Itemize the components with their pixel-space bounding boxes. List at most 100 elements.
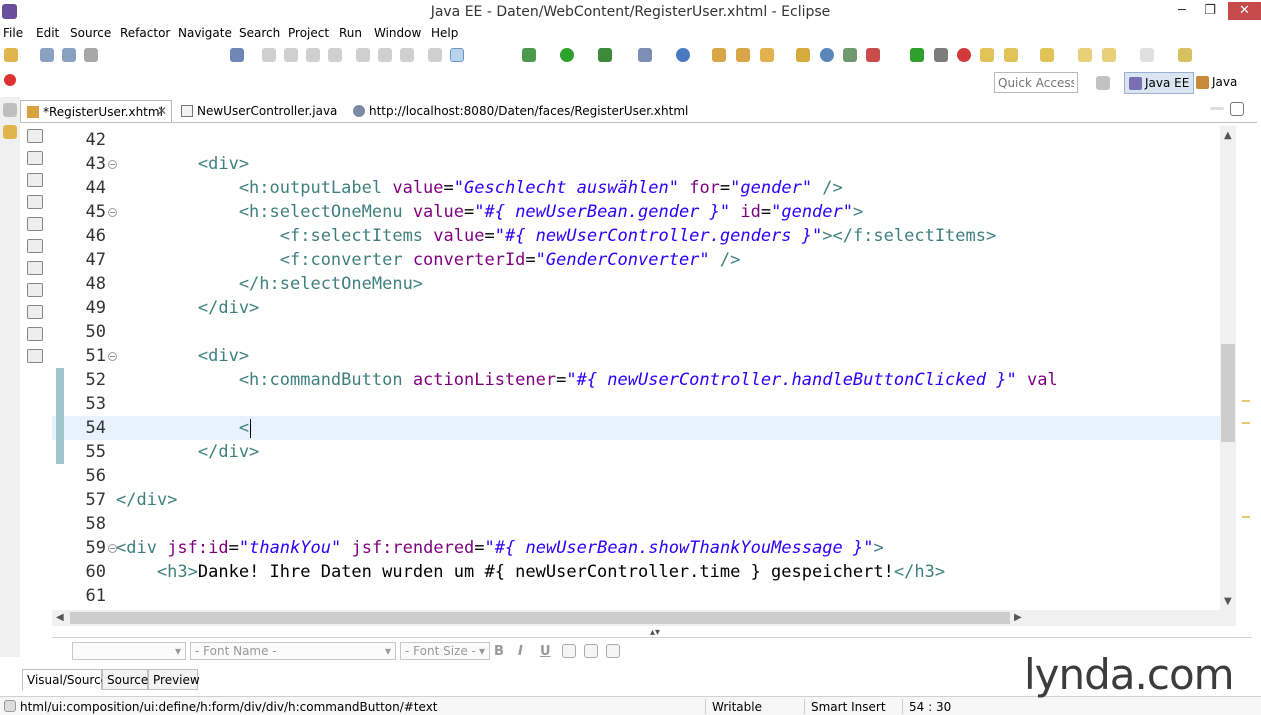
palette-item-icon[interactable]	[27, 305, 43, 319]
code-line[interactable]: 57 </div>	[52, 488, 1220, 512]
overview-annotation-mark[interactable]	[1242, 422, 1250, 424]
menu-help[interactable]: Help	[431, 26, 458, 40]
menu-source[interactable]: Source	[70, 26, 111, 40]
run-icon[interactable]	[560, 48, 574, 62]
code-line[interactable]: 42	[52, 128, 1220, 152]
palette-item-icon[interactable]	[27, 217, 43, 231]
minimize-button[interactable]: ─	[1169, 2, 1195, 20]
save-all-icon[interactable]	[62, 48, 76, 62]
overview-ruler[interactable]	[1240, 126, 1254, 610]
stop-server-icon[interactable]	[866, 48, 880, 62]
debug-icon[interactable]	[522, 48, 536, 62]
font-name-combo[interactable]: - Font Name - ▾	[190, 642, 396, 660]
overview-annotation-mark[interactable]	[1242, 516, 1250, 518]
code-line[interactable]: 58	[52, 512, 1220, 536]
menu-window[interactable]: Window	[374, 26, 421, 40]
code-line[interactable]: 61	[52, 584, 1220, 608]
align-left-icon[interactable]	[562, 644, 576, 658]
menu-refactor[interactable]: Refactor	[120, 26, 170, 40]
maximize-button[interactable]: ❐	[1197, 2, 1223, 20]
code-line[interactable]: 45− <h:selectOneMenu value="#{ newUserBe…	[52, 200, 1220, 224]
code-line[interactable]: 52 <h:commandButton actionListener="#{ n…	[52, 368, 1220, 392]
new-web-service-icon[interactable]	[676, 48, 690, 62]
palette-item-icon[interactable]	[27, 283, 43, 297]
code-line[interactable]: 49 </div>	[52, 296, 1220, 320]
code-line[interactable]: 47 <f:converter converterId="GenderConve…	[52, 248, 1220, 272]
last-edit-icon[interactable]	[1078, 48, 1092, 62]
text-icon[interactable]	[27, 239, 43, 253]
resume-icon[interactable]	[262, 48, 276, 62]
drop-to-frame-icon[interactable]	[428, 48, 442, 62]
project-explorer-icon[interactable]	[3, 125, 17, 139]
new-server-icon[interactable]	[638, 48, 652, 62]
terminate-icon[interactable]	[306, 48, 320, 62]
underline-button[interactable]: U	[540, 644, 551, 659]
palette-item-icon[interactable]	[27, 349, 43, 363]
toggle-mark-icon[interactable]	[230, 48, 244, 62]
tab-localhost-browser[interactable]: http://localhost:8080/Daten/faces/Regist…	[347, 100, 688, 122]
open-folder-icon[interactable]	[796, 48, 810, 62]
suspend-icon[interactable]	[284, 48, 298, 62]
code-line[interactable]: 50	[52, 320, 1220, 344]
globe-icon[interactable]	[820, 48, 834, 62]
run-external-tool-icon[interactable]	[598, 48, 612, 62]
tab-newusercontroller-java[interactable]: NewUserController.java	[175, 100, 345, 122]
italic-button[interactable]: I	[518, 644, 523, 659]
tools-icon[interactable]	[27, 129, 43, 143]
overview-annotation-mark[interactable]	[1242, 400, 1250, 402]
paragraph-style-combo[interactable]: ▾	[72, 642, 186, 660]
back-icon[interactable]	[1102, 48, 1116, 62]
perspective-java-ee[interactable]: Java EE	[1124, 72, 1195, 94]
palette-item-icon[interactable]	[27, 261, 43, 275]
vertical-scroll-thumb[interactable]	[1221, 344, 1235, 442]
open-task-icon[interactable]	[736, 48, 750, 62]
code-line[interactable]: 46 <f:selectItems value="#{ newUserContr…	[52, 224, 1220, 248]
palette-item-icon[interactable]	[27, 195, 43, 209]
use-step-filters-icon[interactable]	[450, 48, 464, 62]
scroll-down-icon[interactable]: ▼	[1224, 596, 1232, 607]
code-line[interactable]: 60 <h3>Danke! Ihre Daten wurden um #{ ne…	[52, 560, 1220, 584]
outdent-icon[interactable]	[606, 644, 620, 658]
pin-editor-icon[interactable]	[1178, 48, 1192, 62]
tab-preview[interactable]: Preview	[148, 669, 200, 690]
step-return-icon[interactable]	[400, 48, 414, 62]
tab-registeruser-xhtml[interactable]: *RegisterUser.xhtml ✕	[20, 100, 172, 122]
open-perspective-icon[interactable]	[1096, 76, 1110, 90]
breakpoint-icon[interactable]	[4, 74, 16, 86]
disconnect-icon[interactable]	[328, 48, 342, 62]
debug-server-icon[interactable]	[934, 48, 948, 62]
code-line[interactable]: 51− <div>	[52, 344, 1220, 368]
save-icon[interactable]	[40, 48, 54, 62]
hand-icon[interactable]	[980, 48, 994, 62]
menu-run[interactable]: Run	[339, 26, 362, 40]
code-line[interactable]: 56	[52, 464, 1220, 488]
scroll-up-icon[interactable]: ▲	[1224, 130, 1232, 141]
close-tab-icon[interactable]: ✕	[157, 104, 167, 118]
close-button[interactable]: ✕	[1228, 2, 1261, 20]
validate-icon[interactable]	[843, 48, 857, 62]
open-type-icon[interactable]	[712, 48, 726, 62]
restore-icon[interactable]	[3, 103, 17, 117]
step-over-icon[interactable]	[378, 48, 392, 62]
palette-item-icon[interactable]	[27, 327, 43, 341]
step-into-icon[interactable]	[356, 48, 370, 62]
next-annotation-icon[interactable]	[1004, 48, 1018, 62]
font-size-combo[interactable]: - Font Size - ▾	[400, 642, 490, 660]
scroll-left-icon[interactable]: ◀	[56, 612, 64, 623]
source-editor[interactable]: 42 43− <div> 44 <h:outputLabel value="Gesc…	[52, 126, 1220, 610]
forward-icon[interactable]	[1140, 48, 1154, 62]
code-line[interactable]: 55 </div>	[52, 440, 1220, 464]
code-line[interactable]: 54 <	[52, 416, 1220, 440]
code-line[interactable]: 43− <div>	[52, 152, 1220, 176]
print-icon[interactable]	[84, 48, 98, 62]
tab-visual-source[interactable]: Visual/Source	[22, 669, 108, 690]
stop-icon[interactable]	[957, 48, 971, 62]
search-icon[interactable]	[760, 48, 774, 62]
menu-edit[interactable]: Edit	[36, 26, 59, 40]
minimize-editor-icon[interactable]	[1210, 107, 1224, 110]
palette-item-icon[interactable]	[27, 151, 43, 165]
horizontal-scroll-thumb[interactable]	[70, 612, 1010, 624]
quick-access-input[interactable]	[994, 72, 1078, 93]
maximize-editor-icon[interactable]	[1230, 102, 1244, 116]
new-icon[interactable]	[4, 48, 18, 62]
